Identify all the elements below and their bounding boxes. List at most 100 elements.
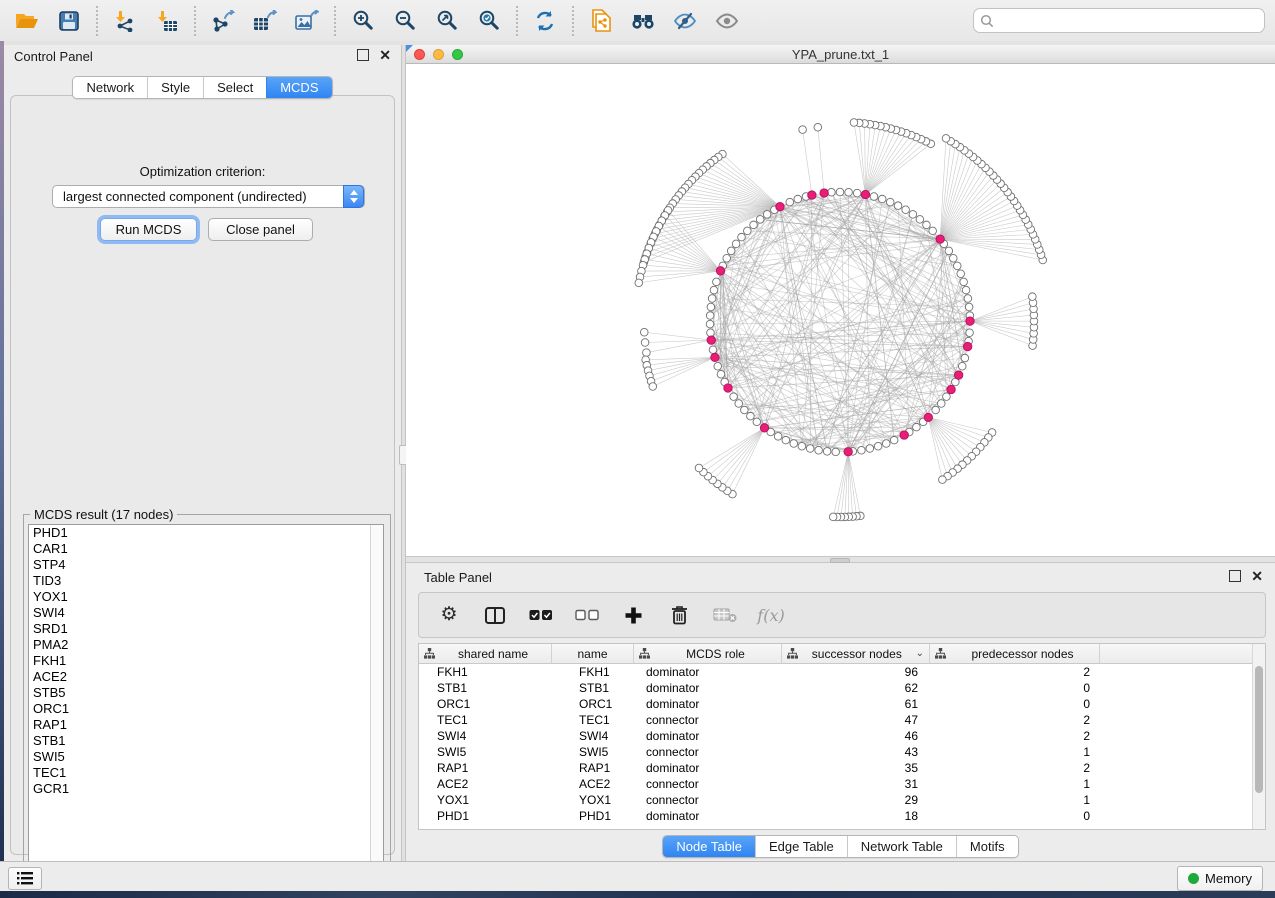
- table-cell[interactable]: 46: [782, 728, 930, 744]
- network-node[interactable]: [738, 233, 746, 241]
- network-edge[interactable]: [707, 166, 780, 206]
- export-image-icon[interactable]: [293, 7, 321, 35]
- table-row[interactable]: FKH1FKH1dominator962: [419, 664, 1265, 680]
- add-column-icon[interactable]: [621, 603, 645, 627]
- close-panel-icon[interactable]: ✕: [379, 50, 391, 60]
- first-neighbors-icon[interactable]: [629, 7, 657, 35]
- network-edge[interactable]: [717, 428, 764, 484]
- table-cell[interactable]: dominator: [634, 808, 782, 824]
- network-canvas[interactable]: [406, 64, 1275, 556]
- zoom-selected-icon[interactable]: [475, 7, 503, 35]
- horizontal-splitter[interactable]: [406, 556, 1275, 563]
- mcds-node[interactable]: [963, 342, 971, 350]
- network-edge[interactable]: [728, 206, 898, 388]
- table-cell[interactable]: TEC1: [419, 712, 552, 728]
- network-node[interactable]: [953, 262, 961, 270]
- mcds-node[interactable]: [711, 353, 719, 361]
- table-cell[interactable]: RAP1: [552, 760, 634, 776]
- table-cell[interactable]: 1: [930, 744, 1100, 760]
- table-cell[interactable]: STB1: [419, 680, 552, 696]
- network-node[interactable]: [794, 195, 802, 203]
- mcds-result-item[interactable]: FKH1: [29, 653, 383, 669]
- network-node[interactable]: [798, 442, 806, 450]
- network-node[interactable]: [932, 406, 940, 414]
- network-edge[interactable]: [970, 309, 1034, 321]
- network-node[interactable]: [945, 247, 953, 255]
- network-edge[interactable]: [649, 248, 721, 271]
- network-edge[interactable]: [970, 297, 1032, 321]
- network-node[interactable]: [894, 202, 902, 210]
- mcds-result-item[interactable]: STP4: [29, 557, 383, 573]
- table-cell[interactable]: FKH1: [419, 664, 552, 680]
- network-edge[interactable]: [970, 321, 1034, 333]
- network-node[interactable]: [763, 211, 771, 219]
- open-session-icon[interactable]: [13, 7, 41, 35]
- table-cell[interactable]: connector: [634, 792, 782, 808]
- table-cell[interactable]: 1: [930, 792, 1100, 808]
- mcds-node[interactable]: [954, 371, 962, 379]
- table-cell[interactable]: 31: [782, 776, 930, 792]
- table-cell[interactable]: dominator: [634, 696, 782, 712]
- network-node[interactable]: [823, 448, 831, 456]
- mcds-node[interactable]: [861, 190, 869, 198]
- table-cell[interactable]: STB1: [552, 680, 634, 696]
- network-edge[interactable]: [928, 417, 957, 468]
- network-node[interactable]: [866, 445, 874, 453]
- tab-mcds[interactable]: MCDS: [266, 77, 331, 98]
- table-row[interactable]: TEC1TEC1connector472: [419, 712, 1265, 728]
- table-cell[interactable]: PHD1: [419, 808, 552, 824]
- mcds-node[interactable]: [808, 191, 816, 199]
- network-node[interactable]: [815, 446, 823, 454]
- network-node[interactable]: [845, 188, 853, 196]
- select-all-icon[interactable]: [529, 603, 553, 627]
- network-edge[interactable]: [940, 220, 1025, 239]
- table-cell[interactable]: SWI5: [552, 744, 634, 760]
- network-node[interactable]: [943, 393, 951, 401]
- network-edge[interactable]: [656, 231, 720, 270]
- network-node[interactable]: [858, 446, 866, 454]
- mcds-node[interactable]: [924, 413, 932, 421]
- mcds-result-item[interactable]: GCR1: [29, 781, 383, 797]
- close-panel-button[interactable]: Close panel: [208, 218, 313, 241]
- network-titlebar[interactable]: YPA_prune.txt_1: [406, 45, 1275, 64]
- mcds-result-item[interactable]: TEC1: [29, 765, 383, 781]
- mcds-result-item[interactable]: SWI4: [29, 605, 383, 621]
- network-node[interactable]: [939, 476, 947, 484]
- mcds-result-item[interactable]: ACE2: [29, 669, 383, 685]
- mcds-result-item[interactable]: YOX1: [29, 589, 383, 605]
- network-edge[interactable]: [841, 452, 848, 517]
- mcds-result-item[interactable]: STB1: [29, 733, 383, 749]
- network-node[interactable]: [727, 247, 735, 255]
- table-cell[interactable]: connector: [634, 712, 782, 728]
- table-cell[interactable]: connector: [634, 776, 782, 792]
- zoom-in-icon[interactable]: [349, 7, 377, 35]
- network-edge[interactable]: [833, 452, 848, 517]
- tab-edge-table[interactable]: Edge Table: [755, 836, 847, 857]
- mcds-node[interactable]: [820, 189, 828, 197]
- network-node[interactable]: [882, 440, 890, 448]
- table-cell[interactable]: 2: [930, 664, 1100, 680]
- network-edge[interactable]: [731, 192, 831, 251]
- network-edge[interactable]: [854, 122, 866, 194]
- network-node[interactable]: [965, 303, 973, 311]
- criterion-dropdown[interactable]: largest connected component (undirected): [52, 185, 365, 208]
- table-cell[interactable]: 2: [930, 712, 1100, 728]
- table-cell[interactable]: SWI4: [552, 728, 634, 744]
- table-cell[interactable]: SWI5: [419, 744, 552, 760]
- network-node[interactable]: [929, 227, 937, 235]
- network-node[interactable]: [710, 286, 718, 294]
- network-edge[interactable]: [640, 271, 721, 277]
- network-node[interactable]: [890, 436, 898, 444]
- float-panel-icon[interactable]: [357, 49, 369, 61]
- zoom-fit-icon[interactable]: [433, 7, 461, 35]
- table-row[interactable]: STB1STB1dominator620: [419, 680, 1265, 696]
- network-edge[interactable]: [685, 188, 780, 207]
- mcds-node[interactable]: [936, 235, 944, 243]
- network-node[interactable]: [799, 126, 807, 134]
- network-node[interactable]: [886, 198, 894, 206]
- mcds-node[interactable]: [900, 431, 908, 439]
- table-cell[interactable]: ACE2: [419, 776, 552, 792]
- network-node[interactable]: [744, 227, 752, 235]
- network-edge[interactable]: [703, 428, 764, 472]
- mcds-node[interactable]: [966, 317, 974, 325]
